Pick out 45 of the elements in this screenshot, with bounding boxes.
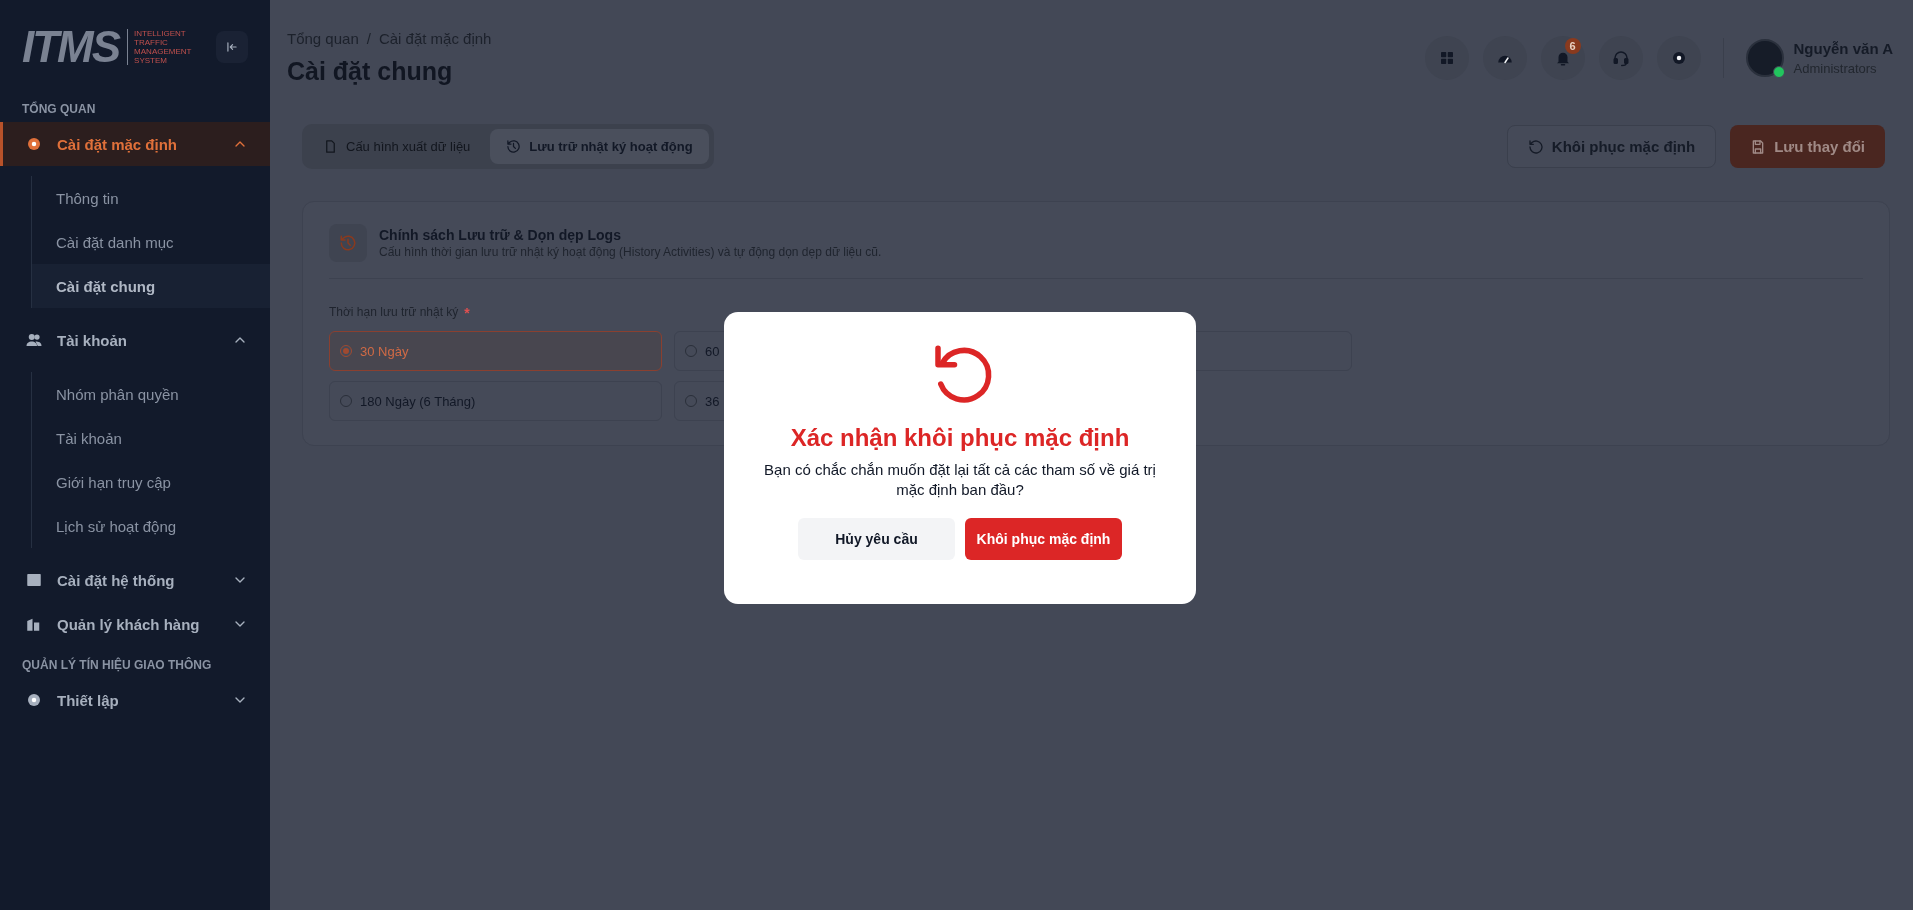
radio-button[interactable] <box>340 345 352 357</box>
sidebar-item[interactable]: Cài đặt mặc định <box>0 122 270 166</box>
notifications-button[interactable]: 6 <box>1540 36 1585 80</box>
settings-button[interactable] <box>1656 36 1701 80</box>
gear-icon <box>25 691 43 709</box>
confirm-reset-button[interactable]: Khôi phục mặc định <box>965 518 1122 560</box>
collapse-sidebar-button[interactable] <box>216 31 248 63</box>
sidebar-item[interactable]: Tài khoản <box>0 318 270 362</box>
radio-button[interactable] <box>685 345 697 357</box>
support-button[interactable] <box>1598 36 1643 80</box>
logo-wordmark: ITMS <box>22 22 120 72</box>
sidebar-item[interactable]: Quản lý khách hàng <box>0 602 270 646</box>
save-button[interactable]: Lưu thay đổi <box>1730 125 1885 168</box>
notification-badge: 6 <box>1564 38 1581 54</box>
dialog-title: Xác nhận khôi phục mặc định <box>790 424 1130 452</box>
logo-tagline: INTELLIGENT TRAFFIC MANAGEMENT SYSTEM <box>127 29 192 65</box>
history-glyph-icon <box>339 234 357 252</box>
sidebar-section-label: QUẢN LÝ TÍN HIỆU GIAO THÔNG <box>21 656 213 674</box>
sidebar-subitem[interactable]: Cài đặt danh mục <box>32 220 270 264</box>
undo-icon <box>1527 138 1544 155</box>
apps-button[interactable] <box>1424 36 1469 80</box>
breadcrumb-separator: / <box>366 30 371 47</box>
dialog-message: Bạn có chắc chắn muốn đặt lại tất cả các tham số về giá trị mặc định ban đầu? <box>763 460 1157 500</box>
sidebar-item[interactable]: Cài đặt hệ thống <box>0 558 270 602</box>
gear-icon <box>25 135 43 153</box>
sidebar-subitem[interactable]: Tài khoản <box>32 416 270 460</box>
required-mark: * <box>464 305 470 321</box>
sidebar-section-label: TỔNG QUAN <box>21 100 97 118</box>
sidebar-subitem[interactable]: Cài đặt chung <box>32 264 270 308</box>
avatar[interactable] <box>1745 39 1784 77</box>
window-icon <box>25 571 43 589</box>
radio-button[interactable] <box>340 395 352 407</box>
cancel-button[interactable]: Hủy yêu cầu <box>798 518 955 560</box>
sidebar-subitem[interactable]: Thông tin <box>32 176 270 220</box>
sidebar-subitem[interactable]: Nhóm phân quyền <box>32 372 270 416</box>
users-icon <box>25 331 43 349</box>
collapse-arrow-icon <box>225 40 239 54</box>
file-icon <box>323 139 338 154</box>
sidebar-subitem[interactable]: Lịch sử hoạt động <box>32 504 270 548</box>
history-icon <box>506 139 522 154</box>
dashboard-button[interactable] <box>1482 36 1527 80</box>
sidebar-subitem[interactable]: Giới hạn truy cập <box>32 460 270 504</box>
radio-button[interactable] <box>685 395 697 407</box>
sidebar-item[interactable]: Thiết lập <box>0 678 270 722</box>
headset-icon <box>1611 49 1630 67</box>
